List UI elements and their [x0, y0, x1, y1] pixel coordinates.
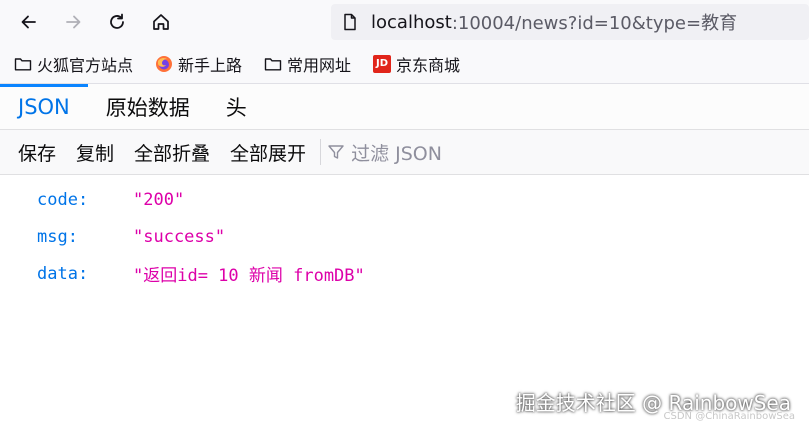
- json-value: "success": [133, 226, 226, 247]
- reload-icon: [110, 13, 124, 29]
- jd-logo: JD: [373, 54, 392, 73]
- json-key: data:: [37, 263, 89, 284]
- bookmarks-bar: 火狐官方站点 新手上路 常用网址 JD 京东商城: [0, 44, 809, 84]
- json-value: "200": [133, 189, 185, 210]
- firefox-icon: [155, 55, 173, 73]
- viewer-tabs: JSON 原始数据 头: [0, 84, 809, 130]
- collapse-all-button[interactable]: 全部折叠: [124, 139, 220, 166]
- json-toolbar: 保存 复制 全部折叠 全部展开 过滤 JSON: [0, 130, 809, 175]
- bookmark-label: 新手上路: [178, 55, 243, 75]
- json-key: code:: [37, 189, 89, 210]
- url-path: :10004/news?id=10&type=教育: [451, 13, 738, 34]
- bookmark-jd[interactable]: JD 京东商城: [373, 52, 460, 76]
- expand-all-button[interactable]: 全部展开: [220, 139, 316, 166]
- home-icon: [153, 14, 169, 30]
- watermark-sub: CSDN @ChinaRainbowSea: [663, 411, 796, 422]
- home-button[interactable]: [144, 5, 178, 39]
- json-key: msg:: [37, 226, 78, 247]
- copy-button[interactable]: 复制: [66, 139, 124, 166]
- json-tree: code: "200" msg: "success" data: "返回id= …: [0, 175, 809, 292]
- json-row-data[interactable]: data: "返回id= 10 新闻 fromDB": [0, 255, 809, 292]
- url-bar[interactable]: localhost:10004/news?id=10&type=教育: [331, 4, 809, 40]
- jd-logo-icon: JD: [373, 54, 392, 73]
- bookmark-label: 火狐官方站点: [37, 55, 134, 75]
- back-button[interactable]: [12, 5, 46, 39]
- tab-json[interactable]: JSON: [0, 84, 88, 129]
- filter-funnel-icon: [328, 145, 344, 159]
- json-row-code[interactable]: code: "200": [0, 181, 809, 218]
- reload-button[interactable]: [100, 5, 134, 39]
- forward-arrow-icon: [66, 15, 81, 29]
- bookmark-label: 常用网址: [287, 55, 352, 75]
- json-value: "返回id= 10 新闻 fromDB": [133, 266, 365, 286]
- bookmark-common-sites[interactable]: 常用网址: [264, 52, 351, 76]
- url-host: localhost: [371, 11, 452, 33]
- save-button[interactable]: 保存: [8, 139, 66, 166]
- bookmark-getting-started[interactable]: 新手上路: [155, 52, 242, 76]
- toolbar-divider: [320, 139, 322, 165]
- browser-toolbar: localhost:10004/news?id=10&type=教育: [0, 0, 809, 44]
- filter-json-input[interactable]: 过滤 JSON: [327, 139, 442, 166]
- bookmark-firefox-official[interactable]: 火狐官方站点: [14, 52, 133, 76]
- folder-icon: [14, 55, 32, 73]
- bookmark-label: 京东商城: [396, 55, 461, 75]
- back-arrow-icon: [21, 15, 36, 29]
- forward-button[interactable]: [56, 5, 90, 39]
- folder-icon: [264, 55, 282, 73]
- tab-raw-data[interactable]: 原始数据: [88, 84, 208, 129]
- filter-placeholder: 过滤 JSON: [351, 142, 442, 165]
- json-row-msg[interactable]: msg: "success": [0, 218, 809, 255]
- tab-headers[interactable]: 头: [208, 84, 265, 129]
- page-icon: [344, 13, 356, 31]
